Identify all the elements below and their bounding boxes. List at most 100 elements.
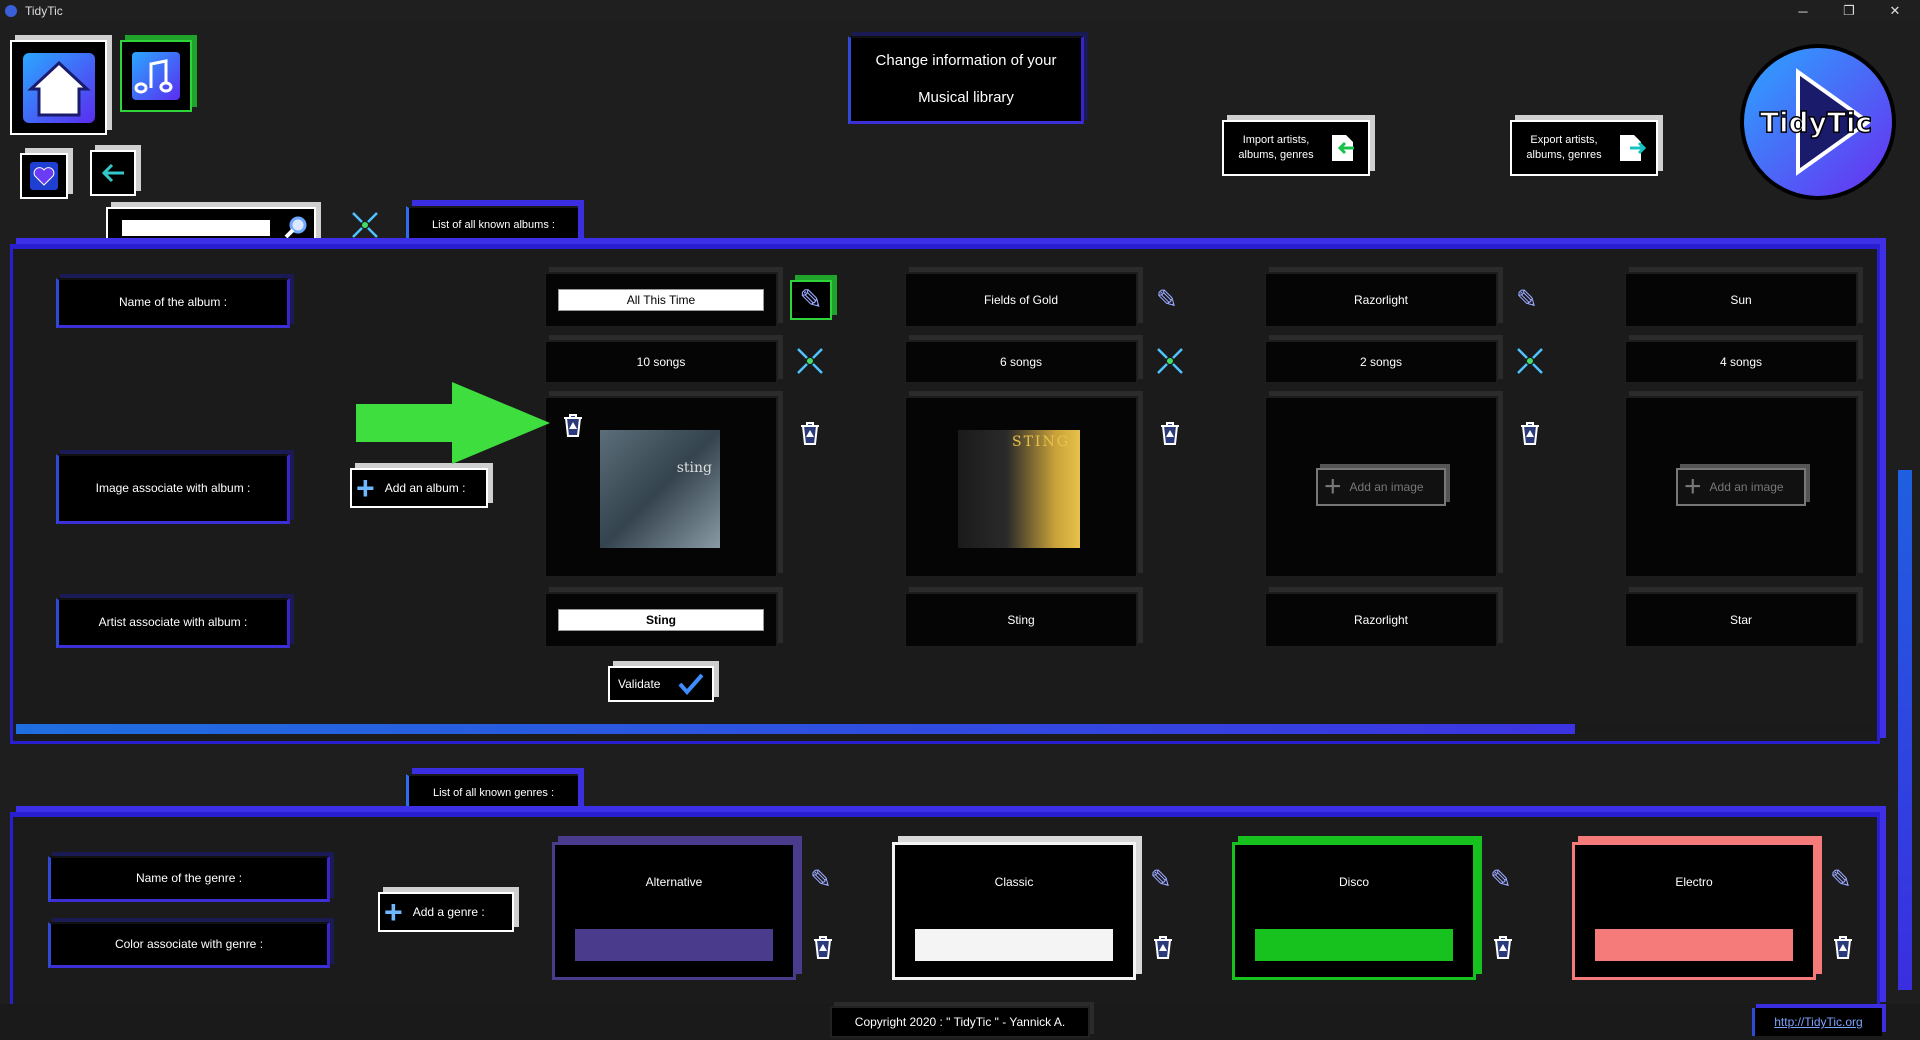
album-artist-input[interactable] bbox=[558, 609, 764, 631]
home-icon bbox=[22, 52, 95, 123]
album-cover-cell: + Add an image bbox=[1624, 396, 1858, 578]
tab-albums[interactable]: List of all known albums : bbox=[406, 206, 578, 244]
album-name-input[interactable] bbox=[558, 289, 764, 311]
plus-icon: + bbox=[356, 470, 375, 506]
home-button[interactable] bbox=[10, 40, 107, 135]
expand-songs-icon[interactable] bbox=[1155, 346, 1185, 376]
delete-album-icon[interactable] bbox=[1517, 420, 1543, 446]
website-link[interactable]: http://TidyTic.org bbox=[1752, 1008, 1882, 1036]
import-file-icon bbox=[1332, 135, 1354, 161]
export-file-icon bbox=[1620, 135, 1646, 161]
import-button[interactable]: Import artists, albums, genres bbox=[1222, 120, 1370, 176]
tab-genres[interactable]: List of all known genres : bbox=[406, 774, 578, 812]
genre-name: Alternative bbox=[645, 875, 703, 889]
title-bar: TidyTic bbox=[0, 0, 1920, 22]
album-name-cell: Fields of Gold bbox=[904, 272, 1138, 328]
genre-card[interactable]: Disco bbox=[1232, 842, 1476, 980]
edit-album-pencil-icon[interactable]: ✎ bbox=[1156, 286, 1178, 312]
plus-icon: + bbox=[1324, 470, 1342, 503]
edit-genre-pencil-icon[interactable]: ✎ bbox=[810, 866, 832, 892]
album-artist-cell: Sting bbox=[904, 592, 1138, 648]
album-cover-text: STING bbox=[1012, 434, 1070, 450]
delete-album-icon[interactable] bbox=[797, 420, 823, 446]
delete-image-icon[interactable] bbox=[560, 412, 586, 438]
delete-genre-icon[interactable] bbox=[1830, 934, 1856, 960]
genre-name: Disco bbox=[1338, 875, 1369, 889]
genre-card[interactable]: Classic bbox=[892, 842, 1136, 980]
search-icon[interactable] bbox=[284, 215, 308, 239]
albums-scrollbar[interactable] bbox=[16, 724, 1872, 734]
minimize-button[interactable]: ─ bbox=[1780, 0, 1826, 22]
copyright-text: Copyright 2020 : " TidyTic " - Yannick A… bbox=[830, 1006, 1090, 1038]
add-image-button[interactable]: + Add an image bbox=[1316, 468, 1446, 506]
logo-icon: TidyTic bbox=[1740, 44, 1896, 200]
genre-name: Electro bbox=[1675, 875, 1713, 889]
edit-album-button[interactable]: ✎ bbox=[790, 280, 832, 320]
genre-color-row-label: Color associate with genre : bbox=[48, 922, 330, 968]
genre-name: Classic bbox=[994, 875, 1034, 889]
validate-button[interactable]: Validate bbox=[608, 666, 714, 702]
delete-genre-icon[interactable] bbox=[1490, 934, 1516, 960]
genre-color-swatch bbox=[575, 929, 773, 961]
album-songs-count: 4 songs bbox=[1624, 340, 1858, 384]
delete-album-icon[interactable] bbox=[1157, 420, 1183, 446]
page-title-line2: Musical library bbox=[918, 88, 1014, 106]
edit-genre-pencil-icon[interactable]: ✎ bbox=[1830, 866, 1852, 892]
delete-genre-icon[interactable] bbox=[1150, 934, 1176, 960]
checkmark-icon bbox=[678, 673, 704, 695]
genre-name-row-label: Name of the genre : bbox=[48, 856, 330, 902]
album-name-row-label: Name of the album : bbox=[56, 278, 290, 328]
genre-color-swatch bbox=[1255, 929, 1453, 961]
add-album-label: Add an album : bbox=[384, 481, 466, 495]
arrow-left-icon bbox=[101, 163, 124, 183]
plus-icon: + bbox=[384, 894, 403, 930]
back-button[interactable] bbox=[90, 150, 136, 196]
album-songs-count: 2 songs bbox=[1264, 340, 1498, 384]
app-icon bbox=[5, 5, 17, 17]
add-genre-button[interactable]: + Add a genre : bbox=[378, 892, 514, 932]
export-label: Export artists, albums, genres bbox=[1526, 133, 1602, 161]
search-input[interactable] bbox=[122, 220, 270, 236]
album-name-cell: Sun bbox=[1624, 272, 1858, 328]
restore-button[interactable]: ❐ bbox=[1826, 0, 1872, 22]
favorites-button[interactable] bbox=[20, 153, 68, 199]
album-songs-count: 10 songs bbox=[544, 340, 778, 384]
album-artist-cell bbox=[544, 592, 778, 648]
export-button[interactable]: Export artists, albums, genres bbox=[1510, 120, 1658, 176]
genre-card[interactable]: Electro bbox=[1572, 842, 1816, 980]
music-note-icon bbox=[132, 52, 180, 100]
album-cover-image: STING bbox=[958, 430, 1080, 548]
expand-songs-icon[interactable] bbox=[795, 346, 825, 376]
album-artist-cell: Razorlight bbox=[1264, 592, 1498, 648]
tidytic-logo: TidyTic bbox=[1738, 42, 1898, 202]
add-album-button[interactable]: + Add an album : bbox=[350, 468, 488, 508]
close-button[interactable]: ✕ bbox=[1872, 0, 1918, 22]
expand-songs-icon[interactable] bbox=[1515, 346, 1545, 376]
album-artist-cell: Star bbox=[1624, 592, 1858, 648]
album-cover-text: sting bbox=[676, 460, 712, 476]
edit-genre-pencil-icon[interactable]: ✎ bbox=[1150, 866, 1172, 892]
albums-scrollbar-thumb[interactable] bbox=[16, 724, 1576, 734]
plus-icon: + bbox=[1684, 470, 1702, 503]
validate-label: Validate bbox=[618, 677, 661, 691]
collapse-icon[interactable] bbox=[350, 210, 380, 240]
page-scrollbar[interactable] bbox=[1898, 470, 1912, 990]
album-name-cell: Razorlight bbox=[1264, 272, 1498, 328]
edit-genre-pencil-icon[interactable]: ✎ bbox=[1490, 866, 1512, 892]
logo-text: TidyTic bbox=[1760, 106, 1872, 139]
page-title-line1: Change information of your bbox=[875, 52, 1057, 70]
album-cover-cell: STING bbox=[904, 396, 1138, 578]
add-image-label: Add an image bbox=[1349, 480, 1424, 494]
genre-color-swatch bbox=[1595, 929, 1793, 961]
edit-album-pencil-icon[interactable]: ✎ bbox=[1516, 286, 1538, 312]
highlight-arrow-icon bbox=[356, 382, 550, 464]
add-image-button[interactable]: + Add an image bbox=[1676, 468, 1806, 506]
genre-color-swatch bbox=[915, 929, 1113, 961]
album-cover-cell: + Add an image bbox=[1264, 396, 1498, 578]
genre-card[interactable]: Alternative bbox=[552, 842, 796, 980]
music-library-button[interactable] bbox=[120, 40, 192, 112]
album-image-row-label: Image associate with album : bbox=[56, 454, 290, 524]
album-artist-row-label: Artist associate with album : bbox=[56, 598, 290, 648]
page-title: Change information of your Musical libra… bbox=[848, 36, 1084, 124]
delete-genre-icon[interactable] bbox=[810, 934, 836, 960]
